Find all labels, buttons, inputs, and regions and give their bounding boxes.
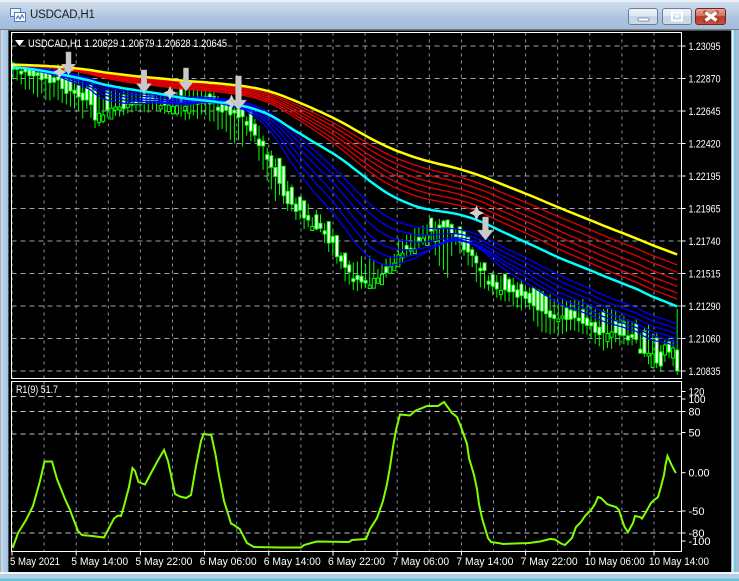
svg-text:10 May 06:00: 10 May 06:00 <box>585 556 645 568</box>
svg-text:1.21290: 1.21290 <box>689 301 721 313</box>
svg-text:6 May 22:00: 6 May 22:00 <box>328 556 385 568</box>
svg-text:80: 80 <box>689 407 701 419</box>
svg-text:-100: -100 <box>689 536 711 548</box>
svg-text:USDCAD,H1 1.20629 1.20679 1.20: USDCAD,H1 1.20629 1.20679 1.20628 1.2064… <box>28 38 227 50</box>
svg-text:1.22870: 1.22870 <box>689 74 721 86</box>
svg-text:R1(9) 51.7: R1(9) 51.7 <box>16 384 58 396</box>
svg-text:5 May 2021: 5 May 2021 <box>10 556 60 568</box>
svg-text:7 May 14:00: 7 May 14:00 <box>456 556 513 568</box>
svg-text:10 May 14:00: 10 May 14:00 <box>649 556 709 568</box>
svg-text:7 May 06:00: 7 May 06:00 <box>392 556 449 568</box>
svg-text:-50: -50 <box>689 506 705 518</box>
svg-text:1.22645: 1.22645 <box>689 106 721 118</box>
svg-text:1.20835: 1.20835 <box>689 366 721 378</box>
svg-text:50: 50 <box>689 428 701 440</box>
svg-text:1.21060: 1.21060 <box>689 334 721 346</box>
svg-text:1.21740: 1.21740 <box>689 236 721 248</box>
svg-text:5 May 14:00: 5 May 14:00 <box>71 556 128 568</box>
svg-text:1.23095: 1.23095 <box>689 41 721 53</box>
svg-text:1.22195: 1.22195 <box>689 171 721 183</box>
svg-text:5 May 22:00: 5 May 22:00 <box>135 556 192 568</box>
svg-text:0.00: 0.00 <box>689 468 710 480</box>
svg-text:6 May 06:00: 6 May 06:00 <box>200 556 257 568</box>
svg-text:6 May 14:00: 6 May 14:00 <box>264 556 321 568</box>
svg-text:1.21515: 1.21515 <box>689 269 721 281</box>
svg-text:100: 100 <box>689 394 706 406</box>
svg-text:7 May 22:00: 7 May 22:00 <box>521 556 578 568</box>
svg-text:1.22420: 1.22420 <box>689 139 721 151</box>
svg-text:1.21965: 1.21965 <box>689 204 721 216</box>
